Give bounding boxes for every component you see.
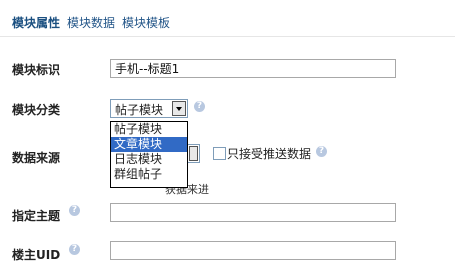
tab-module-data[interactable]: 模块数据	[67, 14, 115, 31]
module-category-label: 模块分类	[12, 103, 61, 117]
help-icon[interactable]: ?	[69, 205, 80, 216]
tab-module-properties[interactable]: 模块属性	[12, 14, 60, 31]
assigned-topic-label: 指定主题	[12, 209, 61, 223]
module-tabs: 模块属性 模块数据 模块模板	[12, 14, 177, 31]
dropdown-option-group-post[interactable]: 群组帖子	[111, 167, 187, 182]
host-uid-label: 楼主UID	[12, 248, 61, 262]
module-category-value: 帖子模块	[115, 103, 164, 117]
help-icon[interactable]: ?	[194, 101, 205, 112]
tab-module-template[interactable]: 模块模板	[122, 14, 170, 31]
host-uid-input[interactable]	[110, 241, 396, 260]
chevron-down-icon[interactable]	[189, 146, 198, 161]
help-icon[interactable]: ?	[69, 244, 80, 255]
module-id-input[interactable]	[110, 59, 396, 78]
module-category-select[interactable]: 帖子模块	[110, 99, 188, 118]
data-source-label: 数据来源	[12, 151, 61, 165]
tab-divider	[0, 36, 455, 37]
assigned-topic-input[interactable]	[110, 203, 396, 222]
data-source-select[interactable]	[188, 144, 200, 163]
push-only-label: 只接受推送数据	[227, 147, 312, 161]
module-category-dropdown: 帖子模块 文章模块 日志模块 群组帖子	[110, 121, 188, 188]
dropdown-option-article[interactable]: 文章模块	[111, 137, 187, 152]
chevron-down-icon[interactable]	[172, 101, 186, 116]
dropdown-option-post[interactable]: 帖子模块	[111, 122, 187, 137]
help-icon[interactable]: ?	[316, 146, 327, 157]
module-id-label: 模块标识	[12, 63, 61, 77]
push-only-checkbox[interactable]	[213, 147, 226, 160]
dropdown-option-blog[interactable]: 日志模块	[111, 152, 187, 167]
